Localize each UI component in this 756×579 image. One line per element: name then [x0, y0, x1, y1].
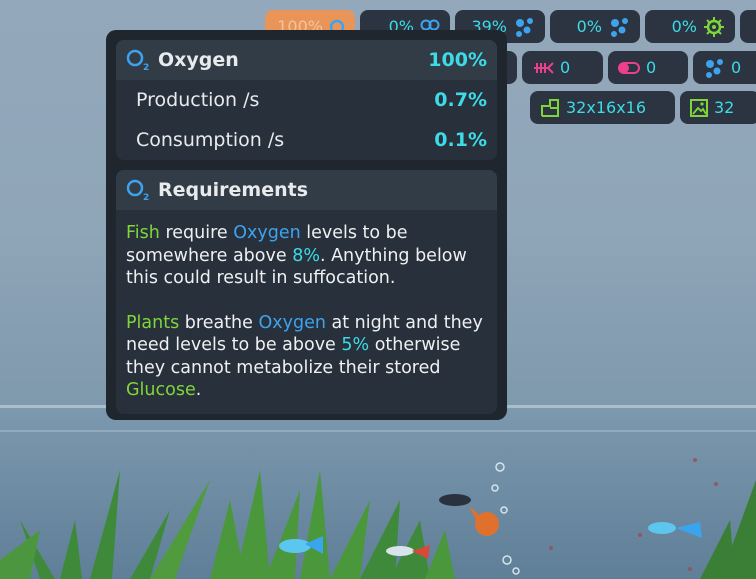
- o2-icon: 2: [126, 179, 150, 201]
- requirements-card: 2 Requirements Fish require Oxygen level…: [116, 170, 497, 414]
- keyword-plants: Plants: [126, 312, 180, 333]
- pill-icon: [618, 61, 640, 74]
- plant-right: [700, 480, 756, 579]
- hud-dead-fish-value: 0: [560, 58, 571, 77]
- hud-tank-size-value: 32x16x16: [566, 98, 647, 117]
- plant-threshold: 5%: [341, 335, 370, 355]
- text-fragment: breathe: [179, 312, 259, 333]
- oxygen-level: 100%: [428, 49, 487, 71]
- image-icon: [690, 98, 708, 117]
- fish-blue-right: [648, 522, 702, 538]
- keyword-fish: Fish: [126, 223, 160, 243]
- keyword-oxygen: Oxygen: [258, 312, 326, 333]
- hud-medicine-value: 0: [646, 58, 657, 77]
- hud-bubble-value: 0%: [576, 17, 602, 36]
- hud-overflow-chip[interactable]: [740, 10, 756, 43]
- consumption-row: Consumption /s 0.1%: [116, 120, 497, 160]
- fish-orange: [439, 494, 499, 536]
- hud-dead-fish-chip[interactable]: 0: [522, 51, 603, 84]
- oxygen-header-row: 2 Oxygen 100%: [116, 40, 497, 80]
- virus-icon: [704, 16, 724, 37]
- oxygen-tooltip: 2 Oxygen 100% Production /s 0.7% Consump…: [106, 30, 507, 420]
- hud-bubble-count-chip[interactable]: 0: [693, 51, 756, 84]
- production-row: Production /s 0.7%: [116, 80, 497, 120]
- consumption-label: Consumption /s: [136, 129, 285, 151]
- bubbles-icon: [706, 58, 723, 78]
- requirements-title: Requirements: [158, 179, 309, 201]
- hud-tank-size-chip[interactable]: 32x16x16: [530, 91, 675, 124]
- consumption-value: 0.1%: [434, 129, 487, 151]
- plant-center: [210, 470, 455, 579]
- tank-size-icon: [541, 98, 559, 117]
- hud-disease-chip[interactable]: 0%: [645, 10, 735, 43]
- bubbles-icon: [516, 17, 533, 37]
- production-label: Production /s: [136, 89, 260, 111]
- oxygen-stats-card: 2 Oxygen 100% Production /s 0.7% Consump…: [116, 40, 497, 160]
- bubbles-icon: [611, 17, 628, 37]
- fish-requirement-text: Fish require Oxygen levels to be somewhe…: [116, 210, 497, 290]
- production-value: 0.7%: [434, 89, 487, 111]
- plant-requirement-text: Plants breathe Oxygen at night and they …: [116, 290, 497, 414]
- keyword-glucose: Glucose: [126, 380, 196, 400]
- svg-text:2: 2: [143, 193, 149, 201]
- plant-left: [0, 470, 210, 579]
- hud-bubble-count-value: 0: [731, 58, 742, 77]
- hud-medicine-chip[interactable]: 0: [608, 51, 688, 84]
- fish-threshold: 8%: [292, 245, 320, 266]
- particles: [549, 458, 718, 571]
- text-fragment: require: [159, 223, 234, 243]
- requirements-header-row: 2 Requirements: [116, 170, 497, 210]
- fish-bones-icon: [534, 61, 554, 74]
- oxygen-title: Oxygen: [158, 49, 239, 71]
- hud-bubble-chip[interactable]: 0%: [550, 10, 640, 43]
- hud-disease-value: 0%: [671, 17, 697, 36]
- svg-text:2: 2: [143, 63, 149, 71]
- hud-decor-value: 32: [714, 98, 735, 117]
- text-fragment: .: [195, 380, 202, 400]
- o2-icon: 2: [126, 49, 150, 71]
- keyword-oxygen: Oxygen: [233, 223, 301, 243]
- hud-decor-chip[interactable]: 32: [680, 91, 756, 124]
